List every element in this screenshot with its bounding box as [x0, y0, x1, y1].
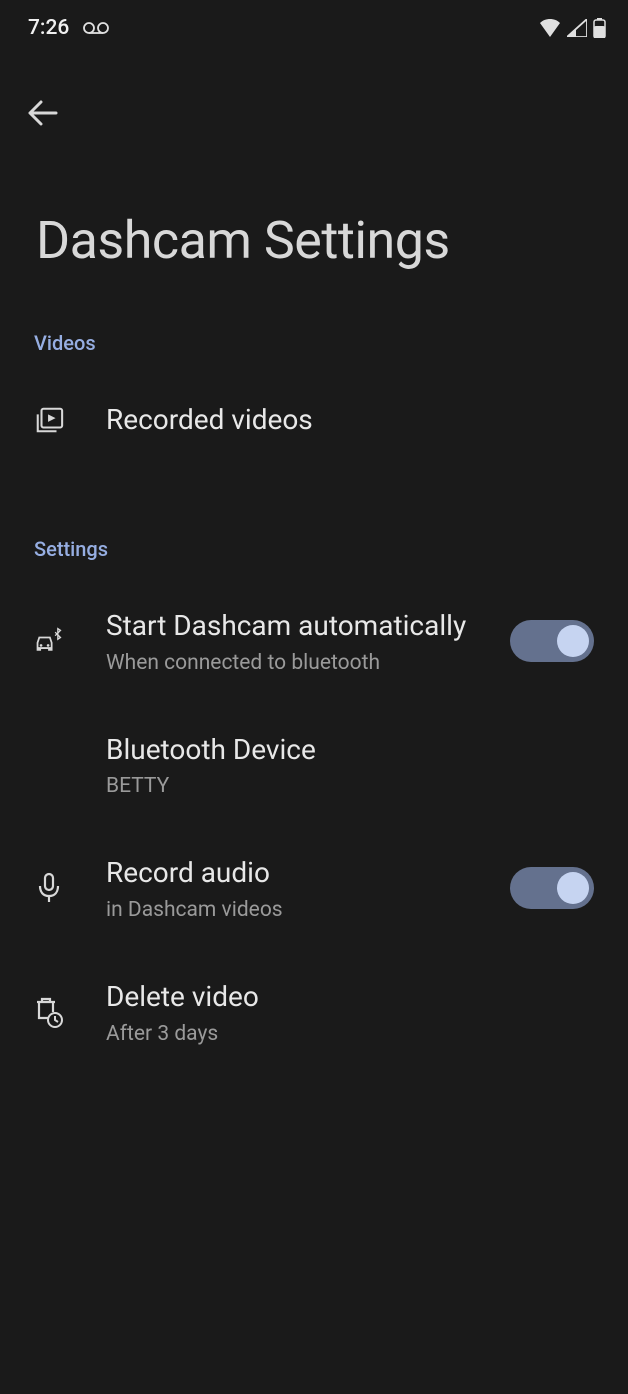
- delete-video-subtitle: After 3 days: [106, 1022, 594, 1046]
- bluetooth-device-subtitle: BETTY: [106, 774, 594, 798]
- battery-icon: [593, 18, 606, 38]
- back-button[interactable]: [0, 76, 86, 126]
- section-header-settings: Settings: [0, 517, 628, 579]
- delete-video-title: Delete video: [106, 978, 594, 1016]
- record-audio-title: Record audio: [106, 854, 494, 892]
- car-bluetooth-icon: [34, 627, 64, 655]
- record-audio-item[interactable]: Record audio in Dashcam videos: [0, 826, 628, 950]
- arrow-left-icon: [28, 100, 58, 126]
- voicemail-icon: [83, 22, 109, 34]
- section-header-videos: Videos: [0, 311, 628, 373]
- auto-start-title: Start Dashcam automatically: [106, 607, 494, 645]
- auto-start-toggle[interactable]: [510, 620, 594, 662]
- auto-start-subtitle: When connected to bluetooth: [106, 651, 494, 675]
- recorded-videos-title: Recorded videos: [106, 401, 594, 439]
- delete-video-item[interactable]: Delete video After 3 days: [0, 950, 628, 1074]
- microphone-icon: [34, 872, 64, 904]
- wifi-icon: [539, 19, 561, 37]
- bluetooth-device-title: Bluetooth Device: [106, 731, 594, 769]
- auto-delete-icon: [34, 996, 64, 1028]
- video-library-icon: [34, 404, 64, 436]
- record-audio-subtitle: in Dashcam videos: [106, 898, 494, 922]
- status-time: 7:26: [28, 16, 69, 40]
- status-bar: 7:26: [0, 0, 628, 48]
- bluetooth-device-item[interactable]: Bluetooth Device BETTY: [0, 703, 628, 827]
- auto-start-item[interactable]: Start Dashcam automatically When connect…: [0, 579, 628, 703]
- signal-icon: [567, 19, 587, 37]
- record-audio-toggle[interactable]: [510, 867, 594, 909]
- page-title: Dashcam Settings: [0, 130, 628, 311]
- recorded-videos-item[interactable]: Recorded videos: [0, 373, 628, 467]
